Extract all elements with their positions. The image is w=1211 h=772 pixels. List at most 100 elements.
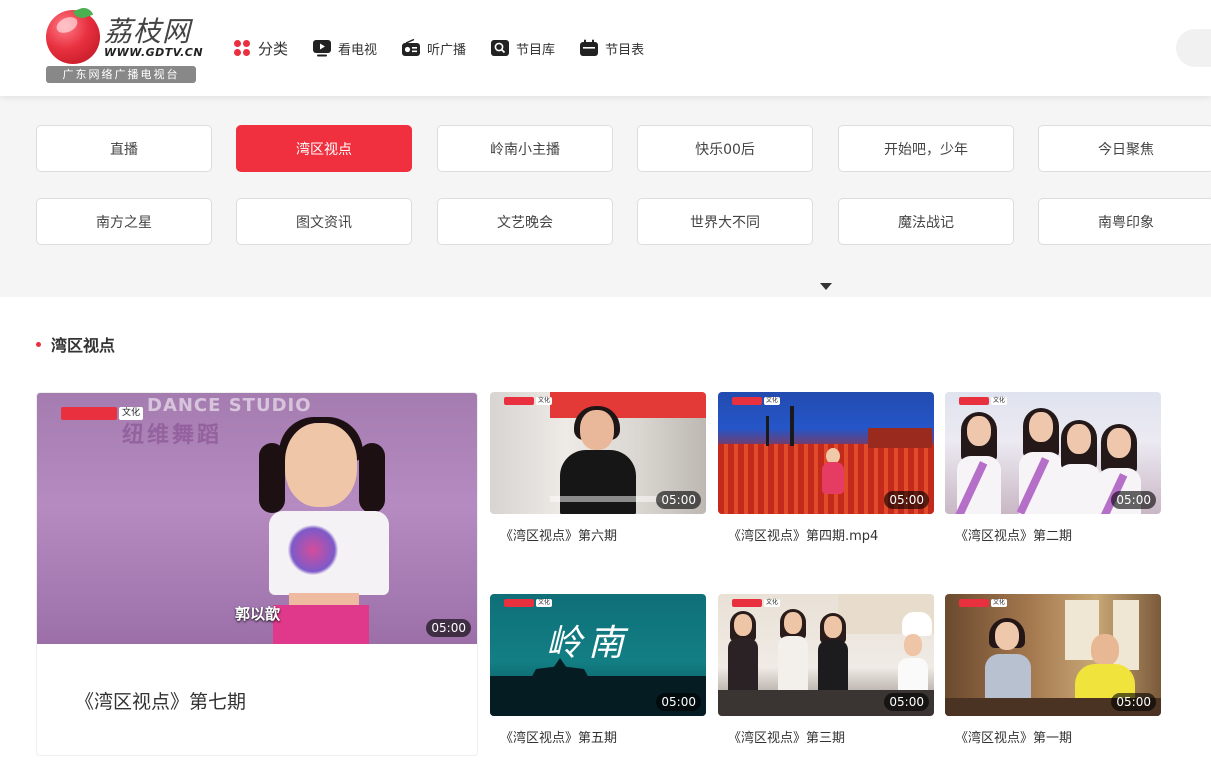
video-card[interactable]: 文化 05:00 《湾区视点》第三期 — [718, 594, 934, 754]
duration-badge: 05:00 — [1111, 491, 1156, 509]
channel-badge: 文化 — [732, 397, 781, 405]
thumb-shape — [550, 496, 662, 502]
category-nanyue-impression[interactable]: 南粤印象 — [1038, 198, 1211, 245]
badge-label: 文化 — [536, 397, 553, 405]
logo-url: WWW.GDTV.CN — [104, 46, 204, 59]
video-caption[interactable]: 《湾区视点》第五期 — [500, 727, 617, 746]
channel-badge: 文化 — [61, 407, 144, 420]
thumb-figure-part — [273, 605, 369, 644]
nav-category[interactable]: 分类 — [232, 38, 288, 59]
duration-badge: 05:00 — [884, 693, 929, 711]
video-thumbnail[interactable]: 文化 05:00 — [718, 392, 934, 514]
featured-thumbnail[interactable]: DANCE STUDIO 纽维舞蹈 郭以歆 文化 05:00 — [37, 393, 477, 644]
thumb-figure-part — [1029, 412, 1053, 442]
video-caption[interactable]: 《湾区视点》第三期 — [728, 727, 845, 746]
featured-video-card[interactable]: DANCE STUDIO 纽维舞蹈 郭以歆 文化 05:00 《湾区视点》第七期 — [36, 392, 478, 756]
channel-badge: 文化 — [504, 397, 553, 405]
category-lets-go-youth[interactable]: 开始吧，少年 — [838, 125, 1014, 172]
thumb-studio-text: DANCE STUDIO — [147, 395, 312, 416]
video-card[interactable]: 文化 05:00 《湾区视点》第六期 — [490, 392, 706, 552]
thumb-figure-part — [824, 616, 842, 638]
nav-label: 听广播 — [427, 42, 467, 58]
gdtv-logo-icon — [959, 397, 989, 405]
video-thumbnail[interactable]: 文化 05:00 — [945, 594, 1161, 716]
nav-label: 分类 — [258, 39, 289, 58]
category-gala[interactable]: 文艺晚会 — [437, 198, 613, 245]
video-caption[interactable]: 《湾区视点》第一期 — [955, 727, 1072, 746]
featured-caption[interactable]: 《湾区视点》第七期 — [75, 687, 246, 714]
video-card[interactable]: 文化 05:00 《湾区视点》第一期 — [945, 594, 1161, 754]
gdtv-logo-icon — [504, 599, 534, 607]
category-happy-00s[interactable]: 快乐00后 — [637, 125, 813, 172]
category-magic-battle[interactable]: 魔法战记 — [838, 198, 1014, 245]
bullet-dot-icon — [36, 341, 41, 347]
gdtv-logo-icon — [504, 397, 534, 405]
video-thumbnail[interactable]: 文化 05:00 — [945, 392, 1161, 514]
expand-arrow-icon[interactable] — [820, 283, 832, 290]
video-caption[interactable]: 《湾区视点》第四期.mp4 — [728, 525, 878, 544]
video-card[interactable]: 岭南 文化 05:00 《湾区视点》第五期 — [490, 594, 706, 754]
thumb-figure-part — [728, 638, 758, 698]
nav-label: 节目库 — [516, 42, 556, 58]
category-southern-star[interactable]: 南方之星 — [36, 198, 212, 245]
section-header: 湾区视点 — [36, 332, 115, 356]
thumb-shape — [790, 406, 794, 446]
nav-schedule[interactable]: 节目表 — [579, 38, 644, 58]
site-logo[interactable]: 荔枝网 WWW.GDTV.CN 广东网络广播电视台 — [44, 5, 204, 84]
thumb-figure-part — [967, 416, 991, 446]
badge-label: 文化 — [536, 599, 553, 607]
lychee-logo-icon — [46, 10, 100, 64]
nav-watch-tv[interactable]: 看电视 — [312, 38, 377, 58]
channel-badge: 文化 — [504, 599, 553, 607]
category-bay-area-view[interactable]: 湾区视点 — [236, 125, 412, 172]
category-photo-news[interactable]: 图文资讯 — [236, 198, 412, 245]
category-today-focus[interactable]: 今日聚焦 — [1038, 125, 1211, 172]
channel-badge: 文化 — [959, 599, 1008, 607]
thumb-figure — [1057, 420, 1101, 514]
duration-badge: 05:00 — [884, 491, 929, 509]
thumb-shape — [902, 612, 932, 636]
category-world-different[interactable]: 世界大不同 — [637, 198, 813, 245]
thumb-subtitle: 郭以歆 — [235, 605, 281, 623]
thumb-figure — [954, 412, 1001, 514]
channel-badge: 文化 — [732, 599, 781, 607]
search-box[interactable] — [1176, 29, 1211, 67]
thumb-figure-part — [287, 525, 339, 575]
gdtv-logo-icon — [732, 397, 762, 405]
category-lingnan-anchor[interactable]: 岭南小主播 — [437, 125, 613, 172]
thumb-figure-part — [1057, 464, 1101, 514]
duration-badge: 05:00 — [656, 491, 701, 509]
category-panel: 直播 湾区视点 岭南小主播 快乐00后 开始吧，少年 今日聚焦 南方之星 图文资… — [0, 96, 1211, 297]
thumb-figure-part — [1091, 634, 1119, 666]
duration-badge: 05:00 — [426, 619, 471, 637]
video-thumbnail[interactable]: 岭南 文化 05:00 — [490, 594, 706, 716]
play-tv-icon — [312, 38, 332, 58]
thumb-figure-part — [778, 636, 808, 696]
video-card[interactable]: 文化 05:00 《湾区视点》第四期.mp4 — [718, 392, 934, 552]
thumb-figure-part — [560, 450, 636, 514]
video-thumbnail[interactable]: 文化 05:00 — [490, 392, 706, 514]
video-card[interactable]: 文化 05:00 《湾区视点》第二期 — [945, 392, 1161, 552]
thumb-figure-part — [734, 614, 752, 636]
video-caption[interactable]: 《湾区视点》第二期 — [955, 525, 1072, 544]
badge-label: 文化 — [991, 599, 1008, 607]
radio-icon — [401, 38, 421, 58]
video-caption[interactable]: 《湾区视点》第六期 — [500, 525, 617, 544]
gdtv-logo-icon — [61, 407, 117, 420]
nav-program-library[interactable]: 节目库 — [490, 38, 555, 58]
category-live[interactable]: 直播 — [36, 125, 212, 172]
program-library-icon — [490, 38, 510, 58]
thumb-shape — [766, 416, 769, 446]
channel-badge: 文化 — [959, 397, 1008, 405]
nav-label: 节目表 — [605, 42, 645, 58]
gdtv-logo-icon — [732, 599, 762, 607]
main-nav: 分类 看电视 听广播 节目库 节目表 — [232, 34, 668, 62]
thumb-title-text: 岭南 — [546, 623, 631, 664]
gdtv-logo-icon — [959, 599, 989, 607]
duration-badge: 05:00 — [656, 693, 701, 711]
logo-title: 荔枝网 — [104, 15, 192, 48]
video-thumbnail[interactable]: 文化 05:00 — [718, 594, 934, 716]
badge-label: 文化 — [764, 397, 781, 405]
calendar-icon — [579, 38, 599, 58]
nav-radio[interactable]: 听广播 — [401, 38, 466, 58]
